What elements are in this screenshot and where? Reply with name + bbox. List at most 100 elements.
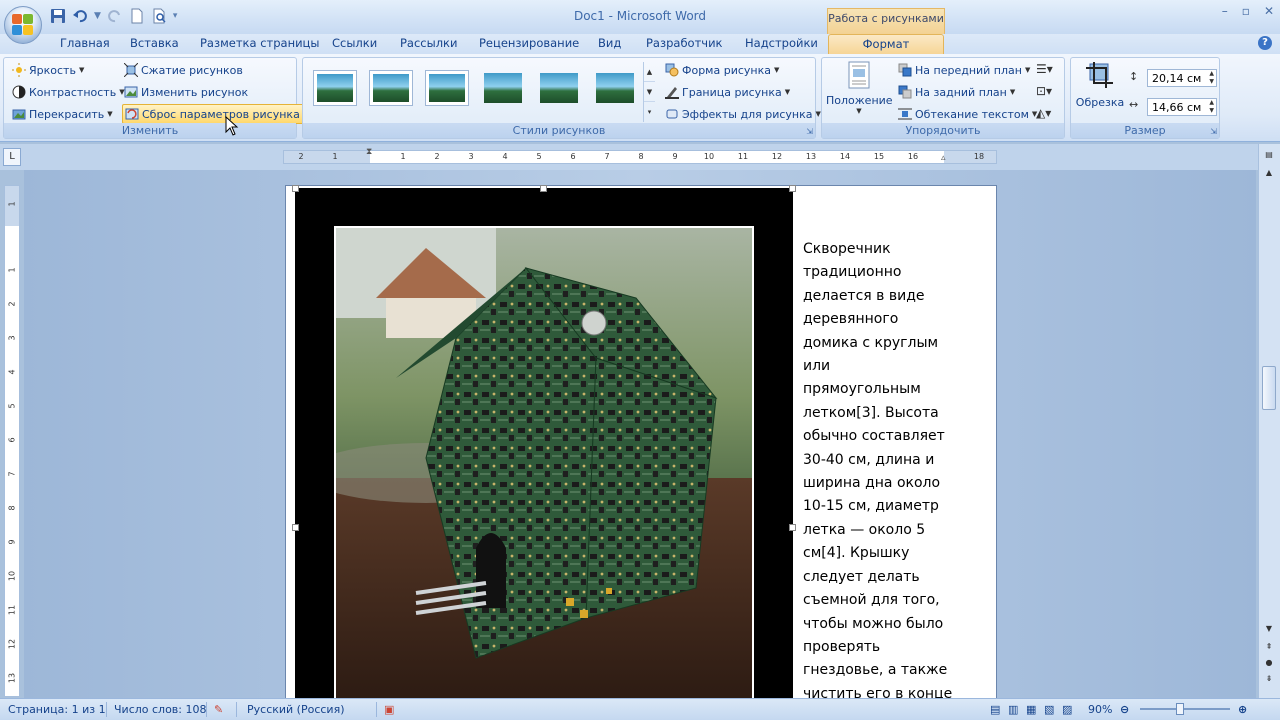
group-label-adjust: Изменить — [4, 123, 296, 138]
height-input[interactable]: 20,14 см ▲ ▼ — [1147, 69, 1217, 87]
page-count[interactable]: Страница: 1 из 1 — [8, 703, 106, 716]
group-objects-icon[interactable]: ⊡▾ — [1036, 84, 1052, 98]
picture-style-3[interactable] — [425, 70, 469, 106]
crop-button[interactable]: Обрезка — [1075, 61, 1125, 109]
text-line: съемной для того, — [803, 592, 940, 609]
proofing-icon[interactable]: ✎ — [214, 703, 223, 716]
tab-home[interactable]: Главная — [60, 36, 110, 50]
vertical-scrollbar[interactable]: ▤ ▲ ▼ ⇞ ● ⇟ — [1258, 144, 1280, 698]
rotate-icon[interactable]: ◭▾ — [1036, 106, 1051, 120]
selected-picture[interactable] — [292, 185, 796, 698]
width-icon: ↔ — [1129, 98, 1139, 111]
resize-handle-top-left[interactable] — [292, 185, 299, 192]
tab-insert[interactable]: Вставка — [130, 36, 179, 50]
view-print-layout-icon[interactable]: ▤ — [990, 703, 1000, 716]
horizontal-ruler[interactable]: 2 1 1 2 3 4 5 6 7 8 9 10 11 12 13 14 15 … — [283, 147, 997, 164]
word-count[interactable]: Число слов: 108 — [114, 703, 207, 716]
text-line: или — [803, 358, 831, 375]
view-full-screen-icon[interactable]: ▥ — [1008, 703, 1018, 716]
tab-page-layout[interactable]: Разметка страницы — [200, 36, 319, 50]
contrast-icon — [12, 85, 26, 99]
picture-style-2[interactable] — [369, 70, 413, 106]
shape-icon — [665, 63, 679, 77]
width-spinner-icon[interactable]: ▲ ▼ — [1209, 99, 1214, 115]
picture-effects-button[interactable]: Эффекты для рисунка ▼ — [665, 104, 821, 124]
zoom-level[interactable]: 90% — [1088, 703, 1112, 716]
tab-view[interactable]: Вид — [598, 36, 621, 50]
close-icon[interactable]: ✕ — [1264, 4, 1274, 18]
scrollbar-thumb[interactable] — [1262, 366, 1276, 410]
recolor-button[interactable]: Перекрасить ▼ — [12, 104, 113, 124]
picture-style-1[interactable] — [313, 70, 357, 106]
bring-to-front-button[interactable]: На передний план ▼ — [898, 60, 1030, 80]
picture-style-5[interactable] — [537, 70, 581, 106]
send-to-back-button[interactable]: На задний план ▼ — [898, 82, 1015, 102]
vertical-ruler[interactable]: 1 1 2 3 4 5 6 7 8 9 10 11 12 13 — [4, 185, 20, 697]
position-button[interactable]: Положение ▼ — [826, 61, 893, 115]
next-page-icon[interactable]: ⇟ — [1262, 672, 1276, 686]
minimize-icon[interactable]: – — [1222, 4, 1228, 18]
view-web-layout-icon[interactable]: ▦ — [1026, 703, 1036, 716]
picture-shape-button[interactable]: Форма рисунка ▼ — [665, 60, 779, 80]
picture-style-4[interactable] — [481, 70, 525, 106]
contrast-button[interactable]: Контрастность ▼ — [12, 82, 125, 102]
tab-references[interactable]: Ссылки — [332, 36, 377, 50]
gallery-up-icon[interactable]: ▲ — [644, 62, 655, 82]
resize-handle-top-right[interactable] — [789, 185, 796, 192]
document-title: Doc1 - Microsoft Word — [573, 9, 707, 23]
tab-format[interactable]: Формат — [828, 34, 944, 54]
picture-style-6[interactable] — [593, 70, 637, 106]
text-line: летка — около 5 — [803, 521, 926, 538]
page[interactable]: Скворечник традиционно делается в виде дере… — [285, 185, 997, 698]
ruler-toggle-icon[interactable]: ▤ — [1262, 148, 1276, 162]
text-line: прямоугольным — [803, 381, 921, 398]
resize-handle-top[interactable] — [540, 185, 547, 192]
picture-border-button[interactable]: Граница рисунка ▼ — [665, 82, 790, 102]
text-line: см[4]. Крышку — [803, 545, 910, 562]
gallery-more-icon[interactable]: ▾ — [644, 102, 655, 122]
gallery-down-icon[interactable]: ▼ — [644, 82, 655, 102]
zoom-slider[interactable] — [1140, 708, 1230, 710]
text-wrap-button[interactable]: Обтекание текстом ▼ — [898, 104, 1037, 124]
zoom-out-icon[interactable]: ⊖ — [1120, 703, 1129, 716]
view-outline-icon[interactable]: ▧ — [1044, 703, 1054, 716]
zoom-in-icon[interactable]: ⊕ — [1238, 703, 1247, 716]
compress-pictures-button[interactable]: Сжатие рисунков — [123, 60, 243, 80]
tab-developer[interactable]: Разработчик — [646, 36, 723, 50]
office-button[interactable] — [4, 6, 42, 44]
browse-object-icon[interactable]: ● — [1262, 656, 1276, 670]
restore-icon[interactable]: ▫ — [1242, 4, 1250, 18]
title-bar: ▼ ▾ Doc1 - Microsoft Word Работа с рисун… — [0, 0, 1280, 34]
tab-addins[interactable]: Надстройки — [745, 36, 818, 50]
macro-record-icon[interactable]: ▣ — [384, 703, 394, 716]
previous-page-icon[interactable]: ⇞ — [1262, 640, 1276, 654]
resize-handle-right[interactable] — [789, 524, 796, 531]
view-draft-icon[interactable]: ▨ — [1062, 703, 1072, 716]
left-indent-marker[interactable]: ⧗ — [366, 147, 372, 157]
tab-mailings[interactable]: Рассылки — [400, 36, 457, 50]
zoom-slider-thumb[interactable] — [1176, 703, 1184, 715]
scroll-up-icon[interactable]: ▲ — [1262, 166, 1276, 180]
body-text[interactable]: Скворечник традиционно делается в виде дере… — [803, 238, 963, 698]
styles-gallery-scroll[interactable]: ▲ ▼ ▾ — [643, 62, 655, 122]
tab-stop-selector[interactable]: L — [3, 148, 21, 166]
crop-icon — [1086, 62, 1113, 88]
birdhouse-picture[interactable] — [334, 226, 754, 698]
styles-dialog-launcher-icon[interactable]: ⇲ — [806, 127, 813, 136]
help-icon[interactable]: ? — [1258, 36, 1272, 50]
width-input[interactable]: 14,66 см ▲ ▼ — [1147, 98, 1217, 116]
scroll-down-icon[interactable]: ▼ — [1262, 622, 1276, 636]
height-spinner-icon[interactable]: ▲ ▼ — [1209, 70, 1214, 86]
resize-handle-left[interactable] — [292, 524, 299, 531]
window-controls: – ▫ ✕ — [1222, 4, 1274, 18]
align-icon[interactable]: ☰▾ — [1036, 62, 1053, 76]
group-label-arrange: Упорядочить — [822, 123, 1064, 138]
change-picture-button[interactable]: Изменить рисунок — [124, 82, 248, 102]
brightness-button[interactable]: Яркость ▼ — [12, 60, 84, 80]
language-indicator[interactable]: Русский (Россия) — [247, 703, 345, 716]
recolor-icon — [12, 107, 26, 121]
size-dialog-launcher-icon[interactable]: ⇲ — [1210, 127, 1217, 136]
reset-picture-button[interactable]: Сброс параметров рисунка — [122, 104, 305, 124]
right-indent-marker[interactable]: ▵ — [941, 153, 946, 163]
tab-review[interactable]: Рецензирование — [479, 36, 579, 50]
